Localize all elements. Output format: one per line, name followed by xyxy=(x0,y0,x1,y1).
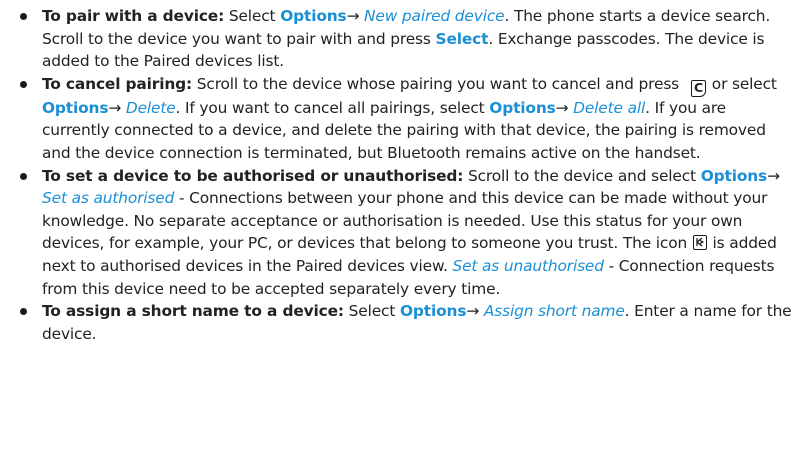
list-item-short-name: To assign a short name to a device: Sele… xyxy=(20,300,792,345)
item-lead: To set a device to be authorised or unau… xyxy=(42,166,464,185)
bullet-dot-icon xyxy=(20,13,27,20)
menu-item-ref: Delete all xyxy=(568,98,646,117)
item-text: Select xyxy=(343,302,400,321)
authorised-device-icon xyxy=(692,235,707,251)
manual-page: To pair with a device: Select Options→ N… xyxy=(0,0,802,452)
item-text: or select xyxy=(707,74,777,93)
bullet-dot-icon xyxy=(20,80,27,88)
item-text: . If you want to cancel all pairings, se… xyxy=(175,98,490,117)
menu-item-ref: Delete xyxy=(121,98,176,117)
options-menu-ref: Options xyxy=(700,166,768,185)
options-menu-ref: Options xyxy=(399,302,467,321)
options-menu-ref: Options xyxy=(280,7,347,25)
instruction-list: To pair with a device: Select Options→ N… xyxy=(20,5,792,345)
clear-key-icon: C xyxy=(691,79,707,97)
select-key-ref: Select xyxy=(435,29,489,48)
menu-item-ref: Set as authorised xyxy=(42,189,175,208)
item-text: Select xyxy=(224,7,281,25)
item-text: Scroll to the device whose pairing you w… xyxy=(192,74,680,93)
item-lead: To cancel pairing: xyxy=(42,74,193,93)
bullet-dot-icon xyxy=(20,172,27,180)
item-lead: To pair with a device: xyxy=(42,7,225,25)
menu-item-ref: New paired device xyxy=(359,7,505,25)
list-item-cancel-pairing: To cancel pairing: Scroll to the device … xyxy=(20,73,792,165)
list-item-pair-device: To pair with a device: Select Options→ N… xyxy=(20,5,792,73)
arrow-icon: → xyxy=(346,7,360,25)
options-menu-ref: Options xyxy=(489,98,556,117)
options-menu-ref: Options xyxy=(42,98,109,117)
item-lead: To assign a short name to a device: xyxy=(42,302,344,321)
bullet-dot-icon xyxy=(20,308,27,316)
menu-item-ref: Set as unauthorised xyxy=(452,256,604,275)
arrow-icon: → xyxy=(466,302,480,321)
menu-item-ref: Assign short name xyxy=(479,302,625,321)
item-text: Scroll to the device and select xyxy=(463,166,701,185)
arrow-icon: → xyxy=(555,98,569,117)
authorised-device-icon-graphic xyxy=(696,237,704,247)
arrow-icon: → xyxy=(108,98,122,117)
arrow-icon: → xyxy=(767,166,780,185)
list-item-authorise-device: To set a device to be authorised or unau… xyxy=(20,165,792,301)
